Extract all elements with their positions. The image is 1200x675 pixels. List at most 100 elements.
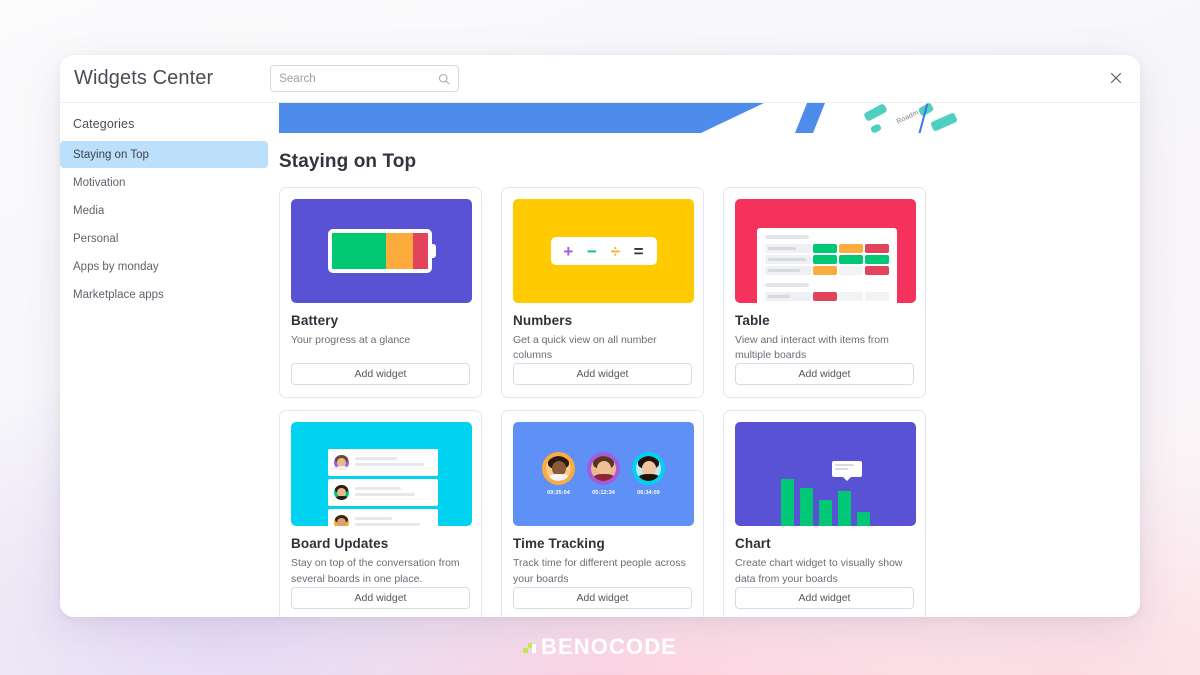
- widget-card-battery[interactable]: Battery Your progress at a glance Add wi…: [279, 187, 482, 399]
- widgets-center-modal: Widgets Center Categories Staying on Top…: [60, 55, 1140, 617]
- chart-bars: [781, 468, 870, 527]
- sidebar-item-label: Marketplace apps: [73, 288, 164, 301]
- board-update-item: [328, 479, 438, 507]
- sidebar-item-staying-on-top[interactable]: Staying on Top: [60, 141, 268, 168]
- card-title: Chart: [735, 536, 771, 552]
- add-widget-button[interactable]: Add widget: [513, 586, 692, 609]
- sidebar: Categories Staying on Top Motivation Med…: [60, 103, 268, 617]
- widget-card-table[interactable]: Table View and interact with items from …: [723, 187, 926, 399]
- table-status-cell: [813, 244, 837, 253]
- time-tracking-person: 09:35:04: [542, 452, 575, 496]
- brand-watermark: BENOCODE: [0, 636, 1200, 658]
- avatar: [591, 456, 616, 482]
- battery-segment-green: [331, 233, 387, 269]
- sidebar-item-label: Personal: [73, 232, 119, 245]
- plus-icon: +: [563, 241, 574, 261]
- chart-tooltip: [832, 461, 862, 482]
- banner-teal-shape: [863, 103, 888, 122]
- timer-ring: [542, 452, 575, 486]
- widget-card-board-updates[interactable]: Board Updates Stay on top of the convers…: [279, 410, 482, 617]
- numbers-thumbnail: + − ÷ =: [513, 199, 694, 303]
- timer-ring: [587, 452, 620, 486]
- avatar: [334, 485, 349, 501]
- timer-ring: [632, 452, 665, 486]
- search-input[interactable]: [279, 72, 439, 85]
- board-update-text-lines: [355, 456, 432, 469]
- board-update-item: [328, 449, 438, 477]
- banner-teal-shape: [930, 112, 958, 132]
- widget-card-chart[interactable]: Chart Create chart widget to visually sh…: [723, 410, 926, 617]
- widget-card-time-tracking[interactable]: 09:35:04 05:12:34 06:34:09 Time Tracking…: [501, 410, 704, 617]
- timer-value: 05:12:34: [592, 490, 615, 497]
- add-widget-button[interactable]: Add widget: [735, 586, 914, 609]
- widget-card-grid: Battery Your progress at a glance Add wi…: [279, 187, 1140, 617]
- avatar: [334, 515, 349, 527]
- table-status-cell: [839, 266, 863, 275]
- card-description: View and interact with items from multip…: [735, 334, 889, 362]
- sidebar-item-label: Staying on Top: [73, 148, 149, 161]
- board-update-text-lines: [355, 516, 432, 527]
- board-updates-thumbnail: [291, 422, 472, 527]
- add-widget-button[interactable]: Add widget: [291, 586, 470, 609]
- sidebar-item-apps-by-monday[interactable]: Apps by monday: [60, 253, 268, 280]
- battery-segment-red: [413, 233, 428, 269]
- banner-blue-shape: [279, 103, 764, 133]
- table-row-label: [765, 244, 811, 253]
- table-status-cell: [813, 292, 837, 301]
- table-row: [765, 255, 889, 264]
- add-widget-button[interactable]: Add widget: [291, 363, 470, 386]
- table-status-cell: [813, 266, 837, 275]
- card-description: Your progress at a glance: [291, 334, 411, 346]
- modal-header: Widgets Center: [60, 55, 1140, 103]
- banner-label: Roadm: [895, 109, 920, 126]
- chart-bar: [781, 479, 794, 527]
- timer-value: 06:34:09: [637, 490, 660, 497]
- close-button[interactable]: [1104, 66, 1128, 90]
- chart-bar: [857, 512, 870, 527]
- sidebar-item-label: Apps by monday: [73, 260, 159, 273]
- table-row: [765, 266, 889, 275]
- benocode-logo-icon: [523, 640, 537, 654]
- sidebar-item-media[interactable]: Media: [60, 197, 268, 224]
- search-box[interactable]: [270, 65, 460, 92]
- table-mockup: [757, 228, 897, 303]
- sidebar-item-motivation[interactable]: Motivation: [60, 169, 268, 196]
- section-title: Staying on Top: [279, 151, 417, 172]
- divide-icon: ÷: [610, 241, 620, 261]
- add-widget-button[interactable]: Add widget: [735, 363, 914, 386]
- card-description: Track time for different people across y…: [513, 557, 686, 585]
- sidebar-item-marketplace-apps[interactable]: Marketplace apps: [60, 281, 268, 308]
- chart-bar: [838, 491, 851, 527]
- time-tracking-person: 05:12:34: [587, 452, 620, 496]
- add-widget-button[interactable]: Add widget: [513, 363, 692, 386]
- table-row-label: [765, 255, 811, 264]
- time-tracking-thumbnail: 09:35:04 05:12:34 06:34:09: [513, 422, 694, 527]
- card-title: Numbers: [513, 313, 573, 328]
- table-status-cell: [813, 255, 837, 264]
- sidebar-item-label: Motivation: [73, 176, 126, 189]
- avatar: [636, 456, 661, 482]
- modal-body: Categories Staying on Top Motivation Med…: [60, 103, 1140, 617]
- promo-banner: Roadm: [279, 103, 1104, 133]
- avatar: [334, 455, 349, 471]
- card-description: Get a quick view on all number columns: [513, 334, 657, 362]
- chart-bar: [819, 500, 832, 527]
- table-status-cell: [865, 292, 889, 301]
- time-tracking-person: 06:34:09: [632, 452, 665, 496]
- battery-thumbnail: [291, 199, 472, 303]
- widget-card-numbers[interactable]: + − ÷ = Numbers Get a quick view on all …: [501, 187, 704, 399]
- table-status-cell: [839, 292, 863, 301]
- card-title: Time Tracking: [513, 536, 605, 552]
- table-row-label: [765, 292, 811, 301]
- sidebar-item-personal[interactable]: Personal: [60, 225, 268, 252]
- table-status-cell: [839, 255, 863, 264]
- numbers-operators-panel: + − ÷ =: [550, 237, 657, 265]
- card-title: Battery: [291, 313, 339, 328]
- minus-icon: −: [586, 241, 597, 261]
- close-icon: [1110, 72, 1122, 84]
- chart-bar: [800, 488, 813, 527]
- card-title: Table: [735, 313, 770, 328]
- equals-icon: =: [633, 241, 644, 261]
- table-row: [765, 244, 889, 253]
- avatar: [546, 456, 571, 482]
